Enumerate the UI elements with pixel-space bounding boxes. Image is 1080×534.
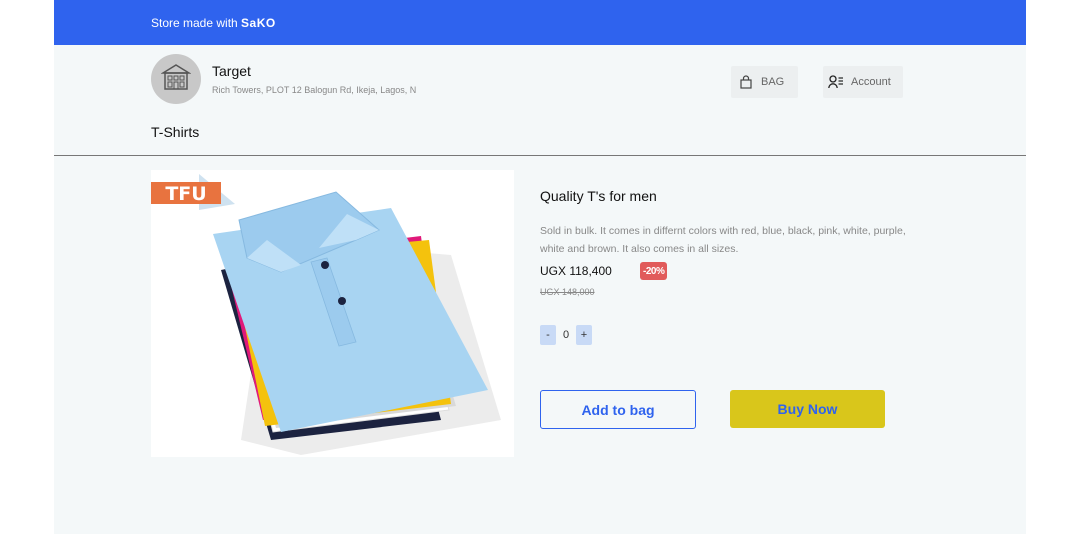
promo-text[interactable]: Store made with SaKO <box>151 16 276 30</box>
product-description: Sold in bulk. It comes in differnt color… <box>540 225 906 255</box>
tfu-badge-text: TFU <box>165 183 206 205</box>
user-list-icon <box>827 73 845 91</box>
header-divider <box>54 155 1026 156</box>
quantity-value[interactable]: 0 <box>556 325 576 345</box>
promo-bar: Store made with SaKO <box>54 0 1026 45</box>
buy-now-button[interactable]: Buy Now <box>730 390 885 428</box>
product-title: Quality T's for men <box>540 188 657 204</box>
discount-badge: -20% <box>640 262 668 280</box>
store-address: Rich Towers, PLOT 12 Balogun Rd, Ikeja, … <box>212 85 417 95</box>
bag-label: BAG <box>761 76 785 88</box>
store-logo[interactable] <box>151 54 201 104</box>
promo-brand: SaKO <box>241 16 276 30</box>
shopping-bag-icon <box>737 73 755 91</box>
product-image[interactable]: TFU <box>151 170 514 457</box>
store-name[interactable]: Target <box>212 63 251 79</box>
add-to-bag-button[interactable]: Add to bag <box>540 390 696 429</box>
account-button[interactable]: Account <box>823 66 903 98</box>
category-title: T-Shirts <box>151 124 200 140</box>
account-label: Account <box>851 76 891 88</box>
promo-prefix: Store made with <box>151 16 242 30</box>
quantity-stepper: - 0 + <box>540 325 592 345</box>
bag-button[interactable]: BAG <box>731 66 798 98</box>
main-content: Target Rich Towers, PLOT 12 Balogun Rd, … <box>54 45 1026 534</box>
product-price: UGX 118,400 <box>540 264 612 278</box>
quantity-decrease-button[interactable]: - <box>540 325 556 345</box>
old-price: UGX 148,000 <box>540 287 595 297</box>
building-icon <box>160 63 192 96</box>
quantity-increase-button[interactable]: + <box>576 325 592 345</box>
